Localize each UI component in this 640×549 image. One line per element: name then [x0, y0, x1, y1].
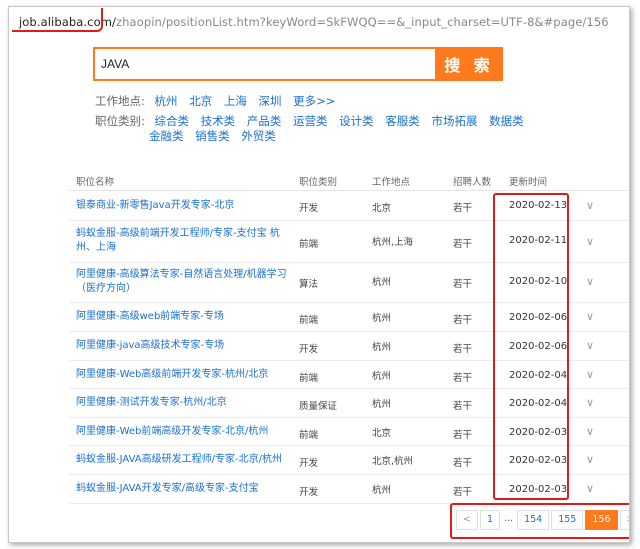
position-location: 北京	[372, 203, 392, 214]
category-trade[interactable]: 外贸类	[241, 129, 276, 143]
table-header: 职位名称 职位类别 工作地点 招聘人数 更新时间	[69, 167, 629, 191]
position-location: 杭州,上海	[372, 237, 414, 248]
chevron-down-icon[interactable]: ∨	[586, 235, 594, 248]
pagination-highlight-annotation	[450, 503, 629, 539]
chevron-down-icon[interactable]: ∨	[586, 368, 594, 381]
position-count: 若干	[453, 344, 473, 355]
category-filter: 职位类别: 综合类 技术类 产品类 运营类 设计类 客服类 市场拓展 数据类	[95, 113, 532, 129]
category-design[interactable]: 设计类	[339, 114, 374, 128]
address-bar[interactable]: job.alibaba.com/zhaopin/positionList.htm…	[9, 7, 629, 37]
search-box	[93, 47, 437, 81]
position-title[interactable]: 蚂蚁金服-JAVA高级研发工程师/专家-北京/杭州	[76, 453, 291, 467]
position-location: 杭州	[372, 277, 392, 288]
position-title[interactable]: 阿里健康-高级web前端专家-专场	[76, 310, 291, 324]
position-count: 若干	[453, 315, 473, 326]
position-count: 若干	[453, 239, 473, 250]
position-title[interactable]: 阿里健康-测试开发专家-杭州/北京	[76, 396, 291, 410]
position-category: 前端	[299, 373, 319, 384]
location-more[interactable]: 更多>>	[293, 94, 335, 108]
chevron-down-icon[interactable]: ∨	[586, 453, 594, 466]
position-title[interactable]: 银泰商业-新零售Java开发专家-北京	[76, 199, 291, 213]
position-category: 开发	[299, 487, 319, 498]
position-location: 杭州	[372, 371, 392, 382]
position-location: 杭州	[372, 485, 392, 496]
location-shanghai[interactable]: 上海	[224, 94, 247, 108]
position-title[interactable]: 阿里健康-Web高级前端开发专家-杭州/北京	[76, 368, 291, 382]
location-beijing[interactable]: 北京	[189, 94, 212, 108]
position-title[interactable]: 蚂蚁金服-JAVA开发专家/高级专家-支付宝	[76, 482, 291, 496]
category-sales[interactable]: 销售类	[195, 129, 230, 143]
search-input[interactable]	[101, 49, 431, 79]
position-location: 杭州	[372, 399, 392, 410]
position-category: 质量保证	[299, 401, 338, 412]
position-category: 前端	[299, 315, 319, 326]
category-service[interactable]: 客服类	[385, 114, 420, 128]
position-category: 算法	[299, 279, 319, 290]
url-highlight-annotation	[12, 8, 103, 32]
position-count: 若干	[453, 401, 473, 412]
position-title[interactable]: 阿里健康-高级算法专家-自然语言处理/机器学习（医疗方向）	[76, 268, 291, 296]
category-tech[interactable]: 技术类	[201, 114, 236, 128]
position-category: 前端	[299, 430, 319, 441]
position-category: 开发	[299, 458, 319, 469]
position-category: 前端	[299, 239, 319, 250]
location-filter-label: 工作地点:	[95, 94, 145, 108]
chevron-down-icon[interactable]: ∨	[586, 396, 594, 409]
position-category: 开发	[299, 203, 319, 214]
chevron-down-icon[interactable]: ∨	[586, 275, 594, 288]
position-title[interactable]: 阿里健康-java高级技术专家-专场	[76, 339, 291, 353]
position-location: 北京	[372, 428, 392, 439]
position-title[interactable]: 阿里健康-Web前端高级开发专家-北京/杭州	[76, 425, 291, 439]
position-count: 若干	[453, 373, 473, 384]
category-finance[interactable]: 金融类	[149, 129, 184, 143]
position-count: 若干	[453, 487, 473, 498]
category-data[interactable]: 数据类	[489, 114, 524, 128]
screenshot-frame: job.alibaba.com/zhaopin/positionList.htm…	[8, 6, 630, 543]
header-category: 职位类别	[299, 177, 338, 188]
dates-highlight-annotation	[493, 193, 569, 500]
search-button[interactable]: 搜 索	[435, 47, 503, 81]
position-count: 若干	[453, 430, 473, 441]
position-category: 开发	[299, 344, 319, 355]
chevron-down-icon[interactable]: ∨	[586, 339, 594, 352]
header-updated: 更新时间	[509, 177, 548, 188]
category-general[interactable]: 综合类	[155, 114, 190, 128]
category-operations[interactable]: 运营类	[293, 114, 328, 128]
header-count: 招聘人数	[453, 177, 492, 188]
url-text[interactable]: job.alibaba.com/zhaopin/positionList.htm…	[19, 15, 609, 29]
category-product[interactable]: 产品类	[247, 114, 282, 128]
position-location: 杭州	[372, 342, 392, 353]
category-market[interactable]: 市场拓展	[431, 114, 477, 128]
position-count: 若干	[453, 203, 473, 214]
chevron-down-icon[interactable]: ∨	[586, 310, 594, 323]
header-location: 工作地点	[372, 177, 411, 188]
position-count: 若干	[453, 279, 473, 290]
position-location: 北京,杭州	[372, 456, 414, 467]
category-filter-line2: 金融类 销售类 外贸类	[149, 128, 284, 144]
header-title: 职位名称	[76, 177, 115, 188]
position-title[interactable]: 蚂蚁金服-高级前端开发工程师/专家-支付宝 杭州、上海	[76, 227, 291, 255]
chevron-down-icon[interactable]: ∨	[586, 199, 594, 212]
position-count: 若干	[453, 458, 473, 469]
location-shenzhen[interactable]: 深圳	[259, 94, 282, 108]
location-hangzhou[interactable]: 杭州	[155, 94, 178, 108]
position-location: 杭州	[372, 313, 392, 324]
category-filter-label: 职位类别:	[95, 114, 145, 128]
location-filter: 工作地点: 杭州 北京 上海 深圳 更多>>	[95, 93, 343, 109]
url-path: zhaopin/positionList.htm?keyWord=SkFWQQ=…	[116, 15, 609, 29]
chevron-down-icon[interactable]: ∨	[586, 482, 594, 495]
chevron-down-icon[interactable]: ∨	[586, 425, 594, 438]
